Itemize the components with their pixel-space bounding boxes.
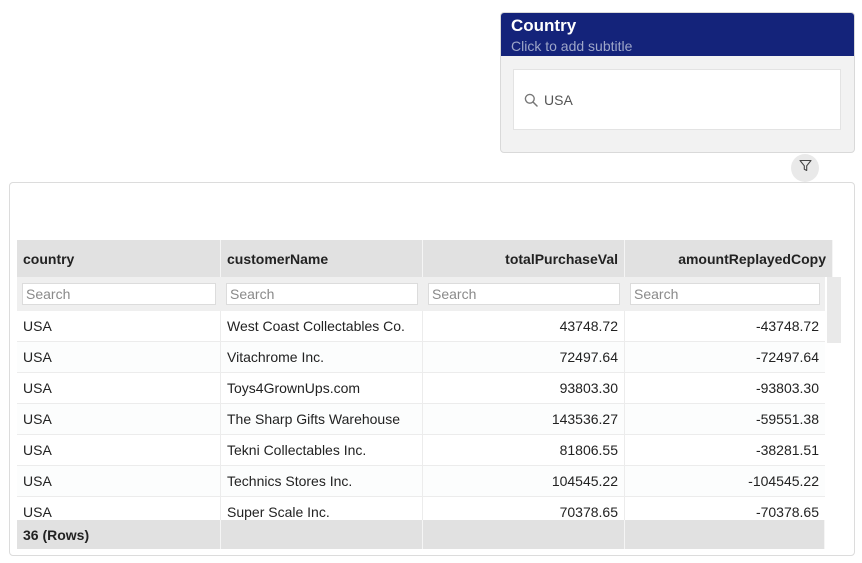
- table-row[interactable]: USA The Sharp Gifts Warehouse 143536.27 …: [17, 404, 825, 435]
- table-row[interactable]: USA Tekni Collectables Inc. 81806.55 -38…: [17, 435, 825, 466]
- amount-replayed-column-search-input[interactable]: [630, 283, 820, 305]
- filter-title: Country: [511, 16, 577, 35]
- cell-customer-name: Tekni Collectables Inc.: [221, 435, 423, 465]
- cell-total-purchase-val: 93803.30: [423, 373, 625, 403]
- cell-amount-replayed-copy: -38281.51: [755, 442, 819, 458]
- cell-total-purchase-val: 72497.64: [423, 342, 625, 372]
- footer-cell: [625, 520, 825, 549]
- column-header-customer-name[interactable]: customerName: [221, 240, 423, 277]
- cell-amount-replayed-copy: -59551.38: [755, 411, 819, 427]
- column-search-row: [17, 277, 825, 311]
- table-footer-row: 36 (Rows): [17, 520, 825, 549]
- cell-amount-replayed-copy: -70378.65: [755, 504, 819, 520]
- country-filter-widget: Country Click to add subtitle USA: [500, 12, 855, 153]
- cell-customer-name: Super Scale Inc.: [221, 497, 423, 520]
- column-header-total-purchase-val[interactable]: totalPurchaseVal: [423, 240, 625, 277]
- column-header-country[interactable]: country: [17, 240, 221, 277]
- cell-country: USA: [17, 404, 221, 434]
- cell-country: USA: [17, 373, 221, 403]
- cell-amount-replayed-copy: -104545.22: [748, 473, 819, 489]
- cell-country: USA: [17, 311, 221, 341]
- total-purchase-column-search-input[interactable]: [428, 283, 620, 305]
- search-icon: [524, 93, 538, 107]
- filter-icon: [798, 159, 812, 177]
- cell-customer-name: West Coast Collectables Co.: [221, 311, 423, 341]
- filter-toggle-button[interactable]: [791, 154, 819, 182]
- country-column-search-input[interactable]: [22, 283, 216, 305]
- cell-total-purchase-val: 81806.55: [423, 435, 625, 465]
- customer-name-column-search-input[interactable]: [226, 283, 418, 305]
- table-body: USA West Coast Collectables Co. 43748.72…: [17, 311, 825, 520]
- cell-country: USA: [17, 466, 221, 496]
- country-search-value: USA: [544, 91, 573, 108]
- cell-customer-name: Technics Stores Inc.: [221, 466, 423, 496]
- filter-header: Country Click to add subtitle: [501, 13, 854, 56]
- cell-total-purchase-val: 104545.22: [423, 466, 625, 496]
- cell-total-purchase-val: 143536.27: [423, 404, 625, 434]
- vertical-scrollbar[interactable]: [827, 277, 841, 343]
- data-table-panel: country customerName totalPurchaseVal am…: [9, 182, 855, 556]
- cell-country: USA: [17, 497, 221, 520]
- cell-total-purchase-val: 70378.65: [423, 497, 625, 520]
- table-header-row: country customerName totalPurchaseVal am…: [17, 240, 833, 277]
- cell-amount-replayed-copy: -72497.64: [755, 349, 819, 365]
- cell-customer-name: Toys4GrownUps.com: [221, 373, 423, 403]
- table-row[interactable]: USA West Coast Collectables Co. 43748.72…: [17, 311, 825, 342]
- footer-cell: [221, 520, 423, 549]
- table-row[interactable]: USA Toys4GrownUps.com 93803.30 -93803.30: [17, 373, 825, 404]
- row-count-label: 36 (Rows): [17, 520, 221, 549]
- table-row[interactable]: USA Technics Stores Inc. 104545.22 -1045…: [17, 466, 825, 497]
- column-header-amount-replayed-copy[interactable]: amountReplayedCopy: [625, 240, 833, 277]
- country-search-box[interactable]: USA: [513, 69, 841, 130]
- filter-subtitle[interactable]: Click to add subtitle: [511, 37, 844, 55]
- cell-amount-replayed-copy: -43748.72: [755, 318, 819, 334]
- footer-cell: [423, 520, 625, 549]
- cell-customer-name: The Sharp Gifts Warehouse: [221, 404, 423, 434]
- cell-amount-replayed-copy: -93803.30: [755, 380, 819, 396]
- cell-customer-name: Vitachrome Inc.: [221, 342, 423, 372]
- table-row[interactable]: USA Super Scale Inc. 70378.65 -70378.65: [17, 497, 825, 520]
- table-row[interactable]: USA Vitachrome Inc. 72497.64 -72497.64: [17, 342, 825, 373]
- cell-country: USA: [17, 435, 221, 465]
- cell-country: USA: [17, 342, 221, 372]
- cell-total-purchase-val: 43748.72: [423, 311, 625, 341]
